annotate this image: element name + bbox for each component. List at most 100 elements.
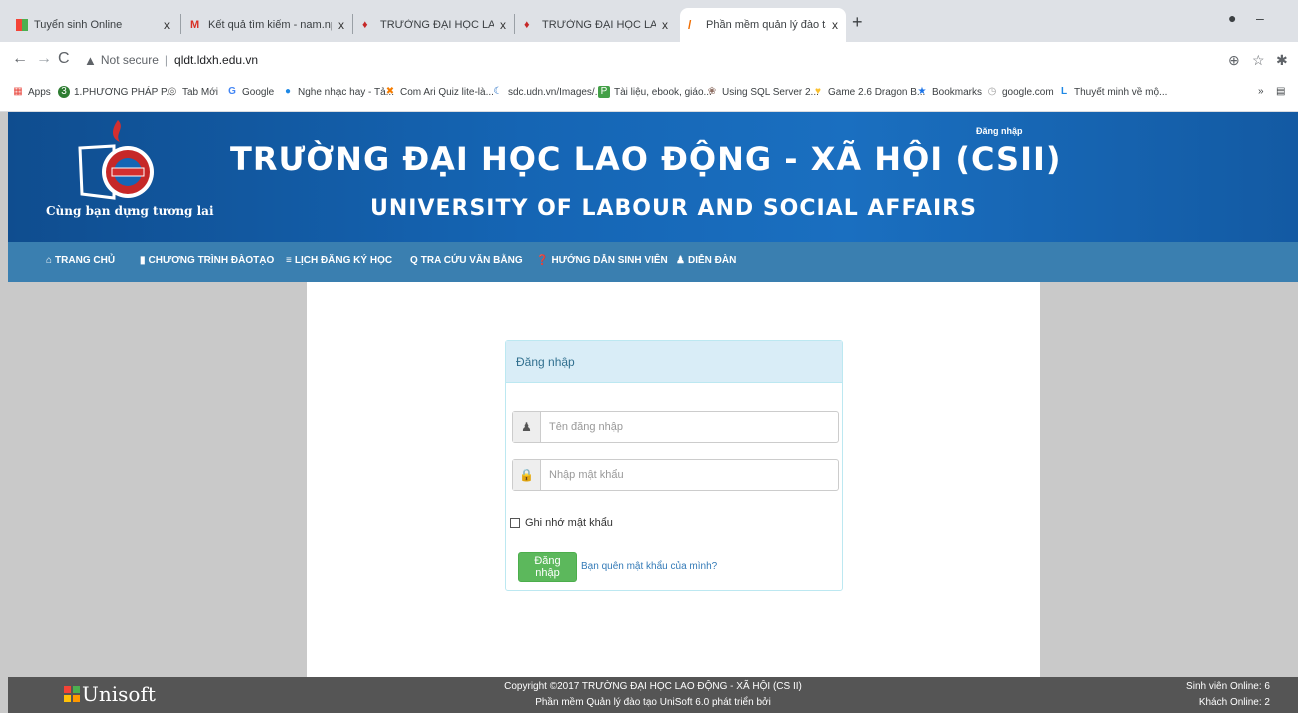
game-icon: ♥ <box>815 86 821 97</box>
question-icon: ❓ <box>536 255 549 266</box>
remember-password[interactable]: Ghi nhớ mật khẩu <box>510 517 613 529</box>
bookmark-item[interactable]: ❀ Using SQL Server 2... <box>706 86 819 98</box>
url-text[interactable]: qldt.ldxh.edu.vn <box>174 53 258 67</box>
l-icon: L <box>1060 86 1068 97</box>
flame-icon: ♦ <box>362 19 368 31</box>
close-tab-icon[interactable]: x <box>338 18 344 32</box>
browser-tab[interactable]: M Kết quả tìm kiếm - nam.np@ldxh x <box>182 8 352 42</box>
slash-logo-icon: / <box>688 18 692 32</box>
login-button[interactable]: Đăng nhập <box>518 552 577 582</box>
nav-item-student-guide[interactable]: ❓ HƯỚNG DẪN SINH VIÊN <box>536 255 668 266</box>
nav-item-home[interactable]: ⌂ TRANG CHỦ <box>46 255 115 266</box>
tab-title: TRƯỜNG ĐẠI HỌC LAO ĐỘNG X <box>380 19 494 31</box>
login-panel: Đăng nhập ♟ 🔒 Ghi nhớ mật khẩu Đăng nhập… <box>505 340 843 591</box>
user-icon: ♟ <box>676 255 685 266</box>
main-content: Đăng nhập ♟ 🔒 Ghi nhớ mật khẩu Đăng nhập… <box>307 282 1040 677</box>
close-tab-icon[interactable]: x <box>164 18 170 32</box>
nav-item-diploma-lookup[interactable]: Q TRA CỨU VĂN BẰNG <box>410 255 523 266</box>
university-logo <box>78 120 154 200</box>
remember-checkbox[interactable] <box>510 518 520 528</box>
header-login-link[interactable]: Đăng nhập <box>976 126 1023 136</box>
circle-3-icon: 3 <box>58 86 70 98</box>
nav-item-forum[interactable]: ♟ DIỄN ĐÀN <box>676 255 736 266</box>
tab-separator <box>352 14 353 34</box>
tab-separator <box>514 14 515 34</box>
google-icon: G <box>228 86 236 97</box>
footer: Unisoft Copyright ©2017 TRƯỜNG ĐẠI HỌC L… <box>8 677 1298 713</box>
tab-separator <box>180 14 181 34</box>
nav-item-programs[interactable]: ▮ CHƯƠNG TRÌNH ĐÀOTẠO <box>140 255 274 266</box>
bookmark-item[interactable]: 3 1.PHƯƠNG PHÁP P... <box>58 86 175 98</box>
tab-title: Tuyển sinh Online <box>34 19 123 31</box>
password-field[interactable]: 🔒 <box>512 459 839 491</box>
close-tab-icon[interactable]: x <box>832 18 838 32</box>
browser-tab-bar: Tuyển sinh Online x M Kết quả tìm kiếm -… <box>0 0 1298 42</box>
minimize-icon[interactable]: – <box>1256 10 1264 26</box>
nav-item-schedule[interactable]: ≡ LỊCH ĐĂNG KÝ HỌC <box>286 255 392 266</box>
bookmark-item[interactable]: G Google <box>226 86 274 98</box>
bookmark-item[interactable]: ● Nghe nhạc hay - Tả... <box>282 86 394 98</box>
extensions-icon[interactable]: ✱ <box>1276 52 1288 69</box>
music-icon: ● <box>284 86 292 97</box>
close-tab-icon[interactable]: x <box>662 18 668 32</box>
bookmark-item[interactable]: ◎ Tab Mới <box>166 86 218 98</box>
bookmarks-bar: ▦ Apps 3 1.PHƯƠNG PHÁP P... ◎ Tab Mới G Goog… <box>0 78 1298 112</box>
bookmark-item[interactable]: ♥ Game 2.6 Dragon B... <box>812 86 925 98</box>
bookmark-item[interactable]: ★ Bookmarks <box>916 86 983 98</box>
username-input[interactable] <box>541 412 838 442</box>
zoom-icon[interactable]: ⊕ <box>1228 52 1240 69</box>
close-tab-icon[interactable]: x <box>500 18 506 32</box>
globe-icon: ◷ <box>987 86 997 97</box>
bookmark-star-icon[interactable]: ☆ <box>1252 52 1265 69</box>
browser-tab-active[interactable]: / Phần mềm quản lý đào tạo tín ch x <box>680 8 846 42</box>
gmail-icon: M <box>190 19 200 31</box>
bookmark-item[interactable]: ◷ google.com <box>986 86 1054 98</box>
user-icon: ♟ <box>513 412 541 442</box>
back-icon[interactable]: ← <box>12 50 28 68</box>
tab-title: Kết quả tìm kiếm - nam.np@ldxh <box>208 19 332 31</box>
bookmark-item[interactable]: ✖ Com Ari Quiz lite-là... <box>384 86 494 98</box>
chrome-icon: ◎ <box>167 86 177 97</box>
flame-icon: ♦ <box>524 19 530 31</box>
profile-icon[interactable]: ● <box>1228 10 1236 26</box>
forward-icon[interactable]: → <box>36 50 52 68</box>
bookmark-apps[interactable]: ▦ Apps <box>12 86 51 98</box>
apps-grid-icon: ▦ <box>13 86 23 97</box>
more-bookmarks-button[interactable]: » <box>1258 86 1264 97</box>
bookmark-item[interactable]: P Tài liệu, ebook, giáo... <box>598 86 712 98</box>
remember-label: Ghi nhớ mật khẩu <box>525 517 613 529</box>
home-icon: ⌂ <box>46 255 53 266</box>
bookmark-item[interactable]: L Thuyết minh về mộ... <box>1058 86 1167 98</box>
page-title: TRƯỜNG ĐẠI HỌC LAO ĐỘNG - XÃ HỘI (CSII) <box>230 140 1062 178</box>
list-icon: ≡ <box>286 255 292 266</box>
warning-icon: ▲ <box>84 52 97 68</box>
guests-online: Khách Online: 2 <box>1198 697 1270 708</box>
star-icon: ★ <box>917 86 927 97</box>
sql-icon: ❀ <box>707 86 717 97</box>
username-field[interactable]: ♟ <box>512 411 839 443</box>
omnibox-divider: | <box>164 53 169 67</box>
omnibox[interactable]: ▲ Not secure | qldt.ldxh.edu.vn <box>84 47 1214 73</box>
password-input[interactable] <box>541 460 838 490</box>
reading-list-icon[interactable]: ▤ <box>1276 86 1285 97</box>
slogan: Cùng bạn dựng tương lai <box>46 204 214 218</box>
joomla-icon: ✖ <box>385 86 395 97</box>
book-icon: ▮ <box>140 255 146 266</box>
powered-by: Phần mềm Quản lý đào tạo UniSoft 6.0 phá… <box>535 697 771 708</box>
site-banner: Cùng bạn dựng tương lai Đăng nhập TRƯỜNG… <box>8 112 1298 242</box>
lock-icon: 🔒 <box>513 460 541 490</box>
moon-icon: ☾ <box>493 86 503 97</box>
browser-tab[interactable]: Tuyển sinh Online x <box>8 8 178 42</box>
browser-tab[interactable]: ♦ TRƯỜNG ĐẠI HỌC LAO ĐỘNG X x <box>354 8 514 42</box>
reload-icon[interactable]: C <box>58 50 70 68</box>
new-tab-button[interactable]: + <box>852 12 863 33</box>
tab-favicon-icon <box>16 19 28 31</box>
copyright-text: Copyright ©2017 TRƯỜNG ĐẠI HỌC LAO ĐỘNG … <box>504 681 802 692</box>
doc-icon: P <box>598 86 610 98</box>
page-background: Cùng bạn dựng tương lai Đăng nhập TRƯỜNG… <box>0 112 1298 713</box>
page-subtitle: UNIVERSITY OF LABOUR AND SOCIAL AFFAIRS <box>370 196 977 221</box>
bookmark-item[interactable]: ☾ sdc.udn.vn/Images/... <box>492 86 604 98</box>
browser-tab[interactable]: ♦ TRƯỜNG ĐẠI HỌC LAO ĐỘNG X x <box>516 8 676 42</box>
search-icon: Q <box>410 255 418 266</box>
forgot-password-link[interactable]: Bạn quên mật khẩu của mình? <box>581 561 717 572</box>
